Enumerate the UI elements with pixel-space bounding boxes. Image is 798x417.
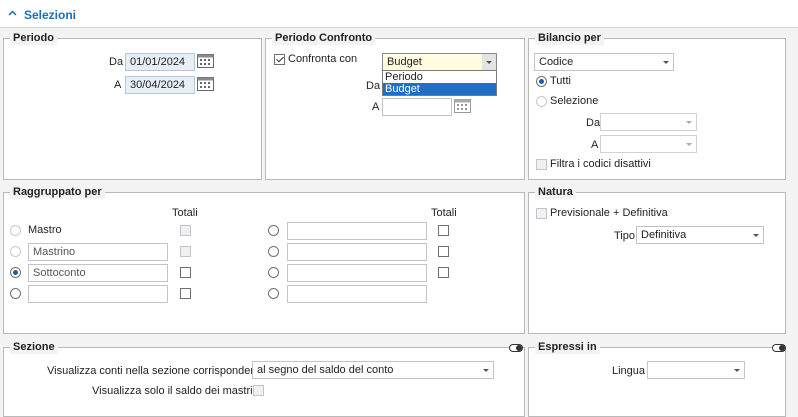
bilancio-select[interactable]: Codice bbox=[534, 53, 674, 71]
mastro-label: Mastro bbox=[28, 224, 62, 236]
group-radio[interactable] bbox=[268, 225, 279, 236]
visualizza-select-value: al segno del saldo del conto bbox=[257, 364, 394, 376]
confronto-a-input[interactable] bbox=[382, 98, 452, 116]
natura-panel: Natura Previsionale + Definitiva Tipo De… bbox=[528, 186, 786, 334]
tipo-select-value: Definitiva bbox=[641, 229, 687, 241]
totali-checkbox[interactable] bbox=[438, 267, 449, 278]
sezione-panel: Sezione Visualizza conti nella sezione c… bbox=[3, 341, 525, 417]
selezione-radio[interactable] bbox=[536, 96, 547, 107]
bilancio-a-select[interactable] bbox=[600, 135, 697, 153]
group-radio[interactable] bbox=[10, 288, 21, 299]
saldo-label: Visualizza solo il saldo dei mastrini bbox=[92, 385, 262, 397]
group-input[interactable] bbox=[28, 285, 168, 303]
tutti-radio[interactable] bbox=[536, 76, 547, 87]
filtra-label: Filtra i codici disattivi bbox=[550, 158, 651, 170]
calendar-icon[interactable] bbox=[454, 98, 471, 113]
group-radio[interactable] bbox=[268, 267, 279, 278]
natura-legend: Natura bbox=[535, 186, 576, 199]
totali-left-label: Totali bbox=[172, 207, 198, 219]
calendar-icon[interactable] bbox=[197, 53, 214, 68]
confronta-options-list: Periodo Budget bbox=[382, 70, 497, 96]
section-title: Selezioni bbox=[24, 8, 77, 22]
bilancio-legend: Bilancio per bbox=[535, 32, 604, 45]
confronta-checkbox[interactable] bbox=[274, 54, 285, 65]
bilancio-a-label: A bbox=[591, 139, 599, 151]
mastrino-radio[interactable] bbox=[10, 246, 21, 257]
totali-right-label: Totali bbox=[431, 207, 457, 219]
confronto-a-label: A bbox=[372, 101, 380, 113]
totali-checkbox[interactable] bbox=[180, 267, 191, 278]
dropdown-arrow-icon[interactable] bbox=[682, 114, 696, 130]
group-radio[interactable] bbox=[268, 246, 279, 257]
periodo-da-label: Da bbox=[109, 56, 124, 68]
dropdown-arrow-icon[interactable] bbox=[659, 54, 673, 70]
tipo-select[interactable]: Definitiva bbox=[636, 226, 764, 244]
periodo-legend: Periodo bbox=[10, 32, 57, 45]
confronta-select-value: Budget bbox=[387, 56, 422, 68]
group-input[interactable] bbox=[287, 243, 427, 261]
dropdown-arrow-icon[interactable] bbox=[682, 136, 696, 152]
bilancio-da-label: Da bbox=[586, 117, 601, 129]
option-budget[interactable]: Budget bbox=[383, 83, 496, 95]
saldo-checkbox[interactable] bbox=[253, 385, 264, 396]
group-input[interactable] bbox=[287, 285, 427, 303]
group-input[interactable] bbox=[287, 264, 427, 282]
dropdown-arrow-icon[interactable] bbox=[730, 362, 744, 378]
totali-checkbox[interactable] bbox=[438, 225, 449, 236]
visualizza-label: Visualizza conti nella sezione corrispon… bbox=[47, 365, 266, 377]
lingua-label: Lingua bbox=[612, 365, 646, 377]
mastrino-input[interactable]: Mastrino bbox=[28, 243, 168, 261]
confronta-select[interactable]: Budget bbox=[382, 53, 497, 71]
totali-checkbox[interactable] bbox=[180, 246, 191, 257]
periodo-da-input[interactable]: 01/01/2024 bbox=[125, 53, 195, 71]
espressi-panel: Espressi in Lingua bbox=[528, 341, 786, 417]
dropdown-arrow-icon[interactable] bbox=[482, 54, 496, 70]
calendar-icon[interactable] bbox=[197, 76, 214, 91]
bilancio-da-select[interactable] bbox=[600, 113, 697, 131]
confronta-label: Confronta con bbox=[288, 53, 358, 65]
totali-checkbox[interactable] bbox=[180, 225, 191, 236]
dropdown-arrow-icon[interactable] bbox=[479, 362, 493, 378]
sottoconto-input[interactable]: Sottoconto bbox=[28, 264, 168, 282]
raggruppato-legend: Raggruppato per bbox=[10, 186, 105, 199]
previsionale-checkbox[interactable] bbox=[536, 208, 547, 219]
dropdown-arrow-icon[interactable] bbox=[749, 227, 763, 243]
periodo-panel: Periodo Da 01/01/2024 A 30/04/2024 bbox=[3, 32, 262, 180]
periodo-confronto-panel: Periodo Confronto Confronta con Budget P… bbox=[265, 32, 525, 180]
espressi-legend: Espressi in bbox=[535, 341, 600, 354]
sottoconto-radio[interactable] bbox=[10, 267, 21, 278]
bilancio-panel: Bilancio per Codice Tutti Selezione Da A… bbox=[528, 32, 786, 180]
toggle-icon[interactable] bbox=[509, 344, 523, 352]
toggle-icon[interactable] bbox=[772, 344, 786, 352]
selezione-label: Selezione bbox=[550, 95, 599, 107]
section-header[interactable]: Selezioni bbox=[0, 0, 798, 28]
option-periodo[interactable]: Periodo bbox=[383, 71, 496, 83]
tutti-label: Tutti bbox=[550, 75, 571, 87]
chevron-up-icon[interactable] bbox=[7, 8, 18, 19]
periodo-a-input[interactable]: 30/04/2024 bbox=[125, 76, 195, 94]
tipo-label: Tipo bbox=[614, 230, 635, 242]
mastro-radio[interactable] bbox=[10, 225, 21, 236]
group-radio[interactable] bbox=[268, 288, 279, 299]
group-input[interactable] bbox=[287, 222, 427, 240]
visualizza-select[interactable]: al segno del saldo del conto bbox=[252, 361, 494, 379]
previsionale-label: Previsionale + Definitiva bbox=[550, 207, 668, 219]
periodo-confronto-legend: Periodo Confronto bbox=[272, 32, 376, 45]
lingua-select[interactable] bbox=[647, 361, 745, 379]
confronto-da-label: Da bbox=[366, 80, 381, 92]
sezione-legend: Sezione bbox=[10, 341, 58, 354]
raggruppato-panel: Raggruppato per Totali Totali Mastro Mas… bbox=[3, 186, 525, 334]
bilancio-select-value: Codice bbox=[539, 56, 574, 68]
totali-checkbox[interactable] bbox=[438, 246, 449, 257]
totali-checkbox[interactable] bbox=[180, 288, 191, 299]
filtra-checkbox[interactable] bbox=[536, 159, 547, 170]
periodo-a-label: A bbox=[114, 79, 122, 91]
